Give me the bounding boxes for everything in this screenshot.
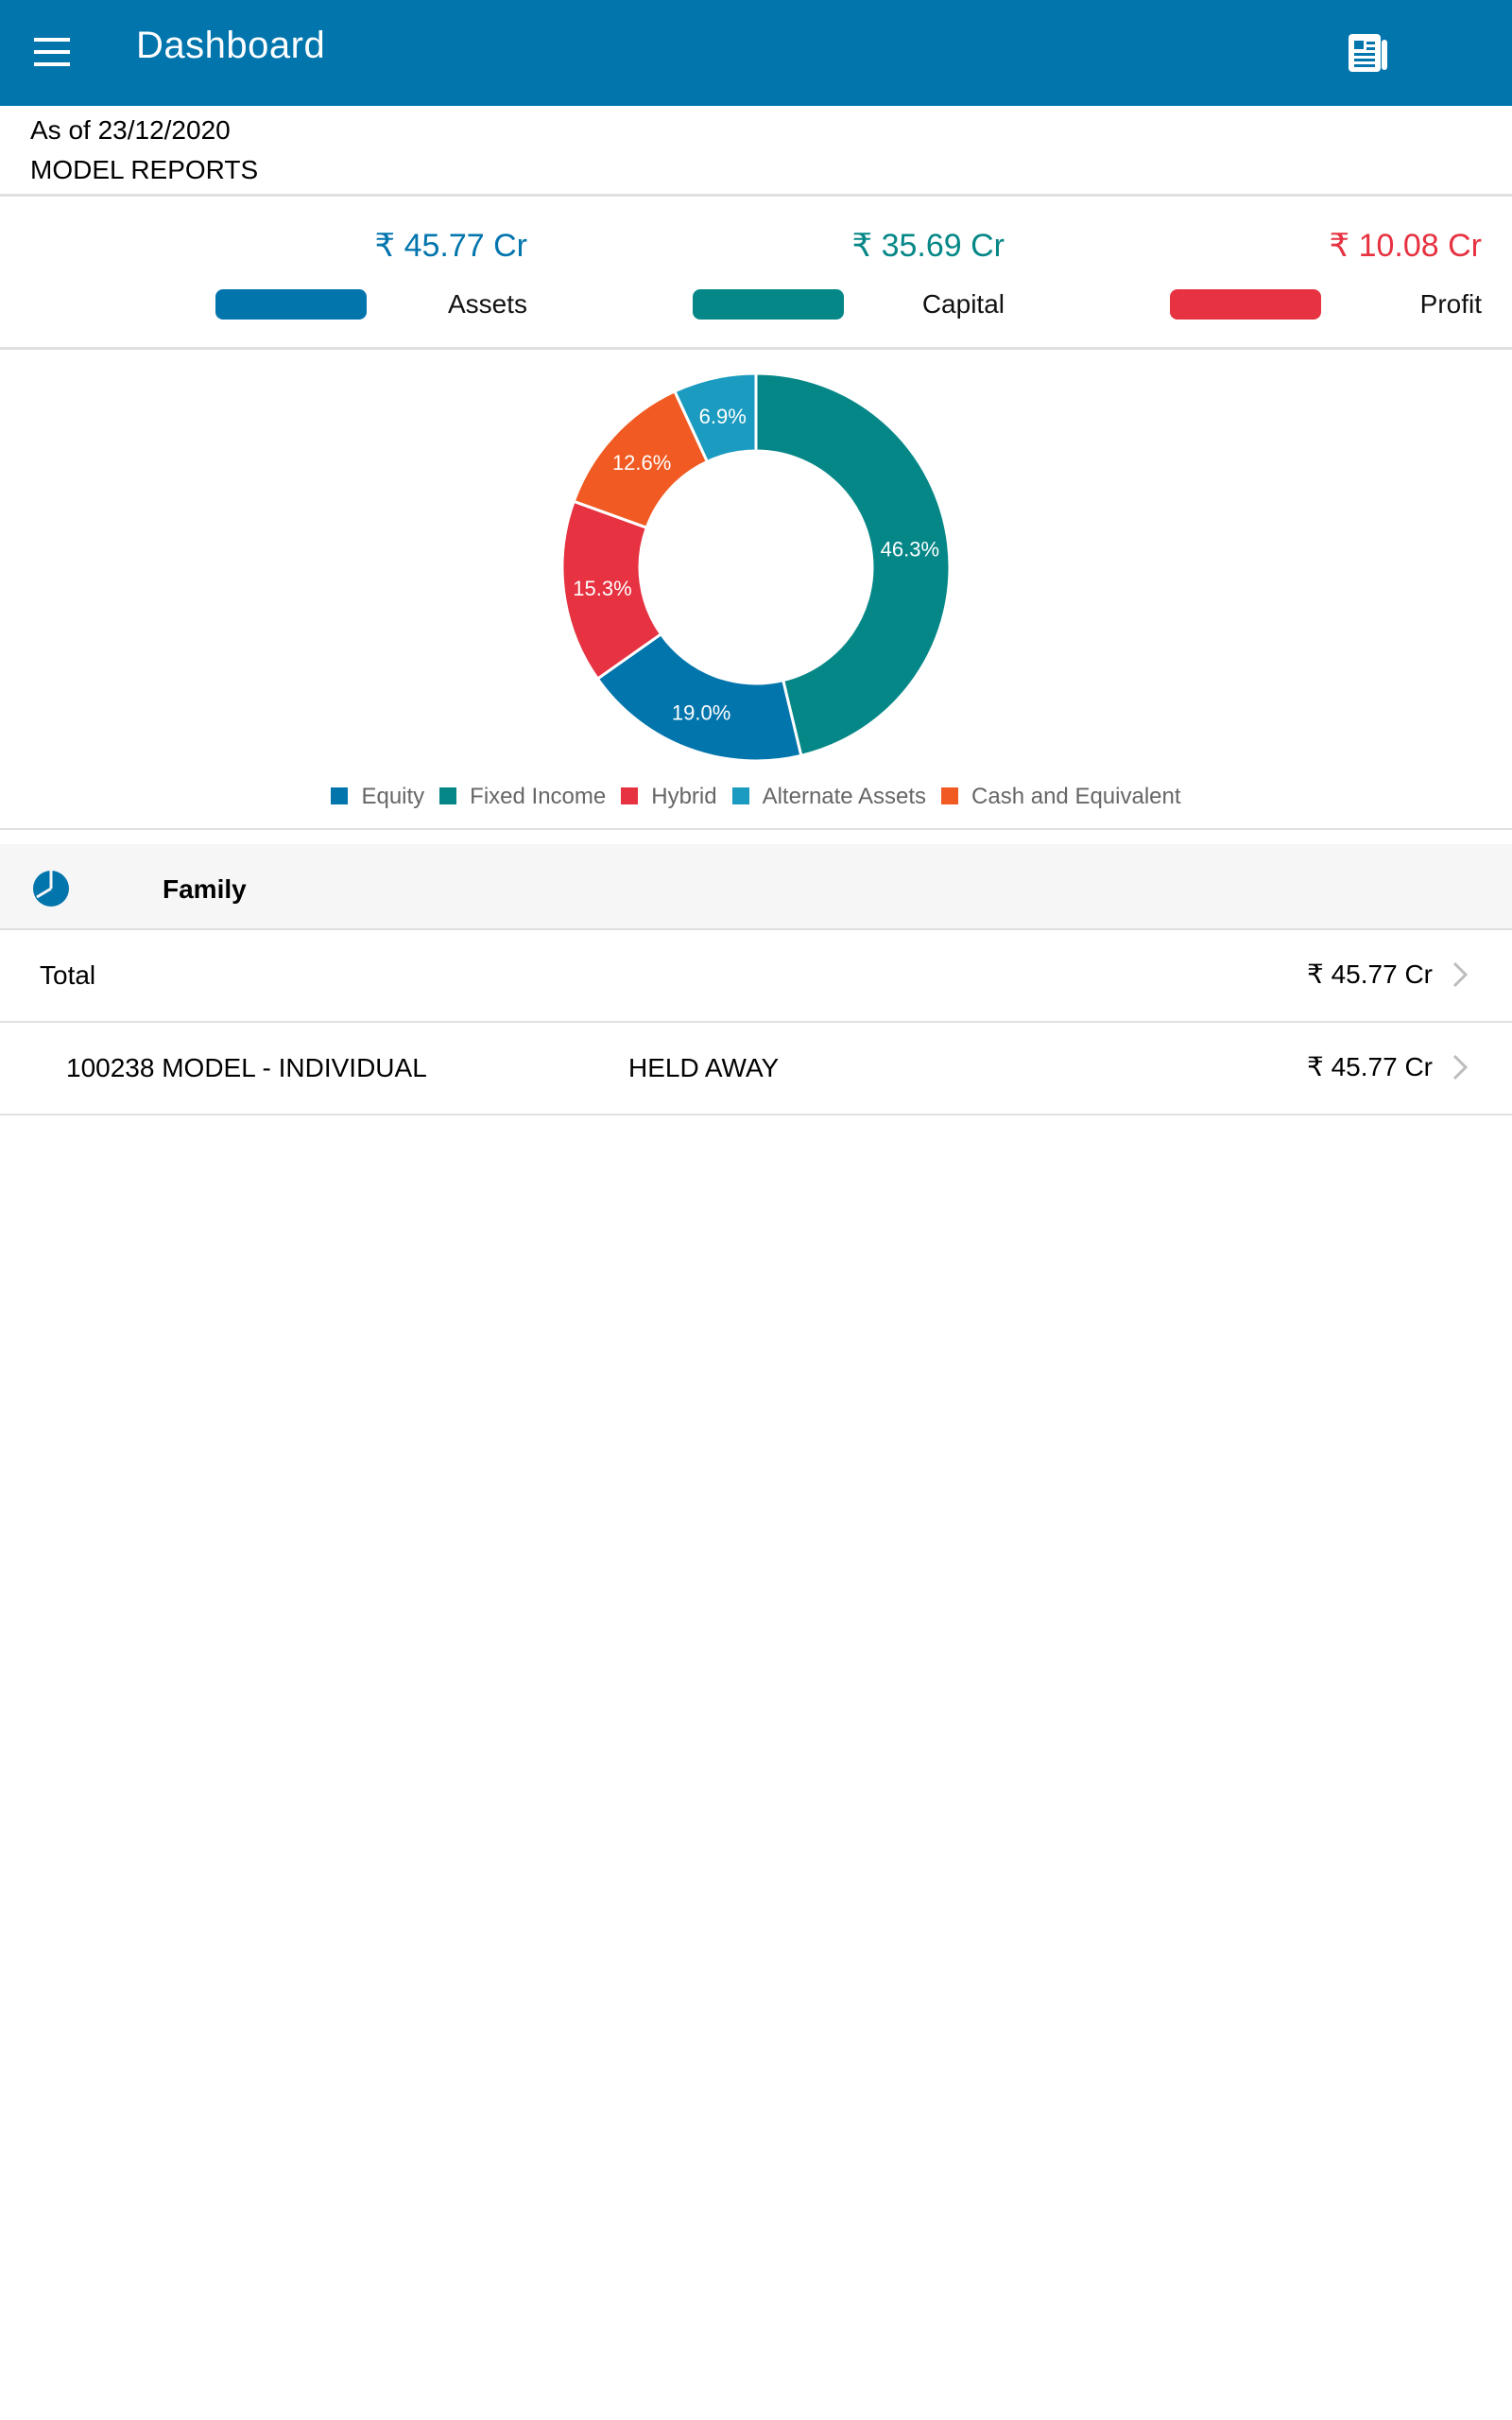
row-name: 100238 MODEL - INDIVIDUAL [66, 1053, 427, 1082]
legend-swatch [731, 787, 749, 804]
assets-label: Assets [447, 289, 527, 319]
legend-label: Alternate Assets [762, 784, 927, 809]
slice-label: 19.0% [672, 700, 730, 724]
assets-value: ₹ 45.77 Cr [374, 228, 527, 264]
profit-label: Profit [1419, 289, 1482, 319]
newspaper-report-icon [1349, 34, 1387, 72]
report-subtitle: MODEL REPORTS [30, 155, 259, 184]
row-amount: ₹ 45.77 Cr [1307, 959, 1433, 989]
slice-label: 6.9% [699, 405, 747, 428]
pie-chart-icon [33, 871, 69, 907]
chart-legend: Equity Fixed Income Hybrid Alternate Assets… [0, 784, 1512, 812]
summary-profit: ₹ 10.08 Cr Profit [1170, 199, 1482, 348]
legend-item-alternate-assets[interactable]: Alternate Assets [731, 784, 927, 810]
report-info: As of 23/12/2020 MODEL REPORTS [0, 106, 1512, 196]
chevron-right-icon [1452, 1054, 1469, 1080]
family-header: Family [0, 844, 1512, 929]
capital-color-bar [693, 289, 844, 320]
divider [0, 828, 1512, 830]
summary-assets: ₹ 45.77 Cr Assets [215, 199, 527, 348]
page-title: Dashboard [136, 25, 326, 66]
family-title: Family [163, 874, 247, 904]
row-type: HELD AWAY [628, 1053, 780, 1082]
capital-label: Capital [921, 289, 1005, 319]
assets-color-bar [215, 289, 367, 320]
divider [0, 194, 1512, 197]
legend-item-fixed-income[interactable]: Fixed Income [439, 784, 606, 810]
legend-label: Hybrid [651, 784, 717, 809]
account-row[interactable]: 100238 MODEL - INDIVIDUAL HELD AWAY ₹ 45… [0, 1023, 1512, 1114]
capital-value: ₹ 35.69 Cr [851, 228, 1005, 264]
legend-item-cash-and-equivalent[interactable]: Cash and Equivalent [941, 784, 1181, 810]
allocation-chart: 46.3% 19.0% 15.3% 12.6% 6.9% Equity Fixed Inc… [0, 351, 1512, 830]
chevron-right-icon [1452, 961, 1469, 988]
divider [0, 1114, 1512, 1115]
legend-swatch [331, 787, 349, 804]
legend-swatch [439, 787, 457, 804]
legend-label: Equity [361, 784, 425, 809]
donut-chart: 46.3% 19.0% 15.3% 12.6% 6.9% [560, 372, 952, 763]
profit-color-bar [1170, 289, 1321, 320]
summary-strip: ₹ 45.77 Cr Assets ₹ 35.69 Cr Capital ₹ 1… [0, 199, 1512, 348]
legend-swatch [941, 787, 959, 804]
slice-label: 15.3% [573, 577, 631, 600]
slice-label: 12.6% [612, 451, 671, 475]
legend-label: Cash and Equivalent [971, 784, 1181, 809]
legend-item-equity[interactable]: Equity [331, 784, 424, 810]
summary-capital: ₹ 35.69 Cr Capital [693, 199, 1005, 348]
row-name: Total [40, 960, 96, 990]
as-of-date: As of 23/12/2020 [30, 115, 231, 145]
legend-swatch [621, 787, 639, 804]
total-row[interactable]: Total ₹ 45.77 Cr [0, 930, 1512, 1021]
legend-label: Fixed Income [470, 784, 607, 809]
menu-button[interactable] [34, 36, 72, 70]
legend-item-hybrid[interactable]: Hybrid [621, 784, 717, 810]
reports-button[interactable] [1346, 30, 1391, 76]
slice-label: 46.3% [881, 538, 939, 562]
profit-value: ₹ 10.08 Cr [1329, 228, 1482, 264]
divider [0, 347, 1512, 350]
row-amount: ₹ 45.77 Cr [1307, 1052, 1433, 1081]
app-bar: Dashboard [0, 0, 1512, 106]
